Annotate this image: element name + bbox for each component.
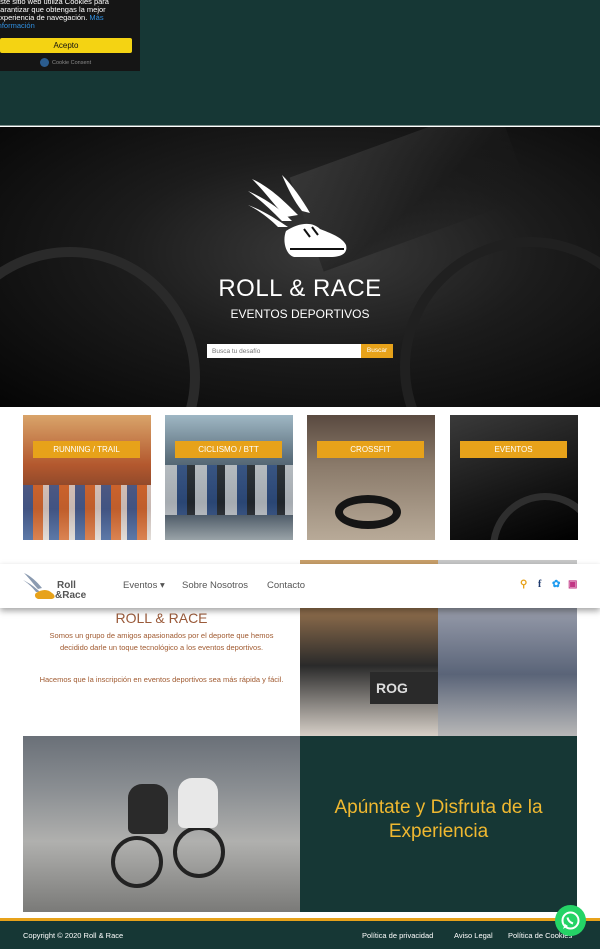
category-label: CICLISMO / BTT [175,441,282,458]
hero-bike-wheel [400,237,600,407]
copyright: Copyright © 2020 Roll & Race [23,931,124,940]
facebook-icon[interactable]: f [538,579,541,590]
hero-subtitle: EVENTOS DEPORTIVOS [230,307,370,321]
navbar: Roll &Race Eventos ▾ Sobre Nosotros Cont… [0,564,600,608]
category-card-crossfit[interactable]: CROSSFIT [307,415,435,540]
search-icon[interactable]: ⚲ [520,579,527,590]
category-card-eventos[interactable]: EVENTOS [450,415,578,540]
search-button[interactable]: Buscar [361,344,393,358]
category-card-running[interactable]: RUNNING / TRAIL [23,415,151,540]
winged-shoe-logo [248,175,347,257]
category-label: EVENTOS [460,441,567,458]
about-paragraph: Somos un grupo de amigos apasionados por… [49,631,274,652]
cyclists-shape [165,465,293,515]
twitter-icon[interactable]: ✿ [552,579,560,590]
nav-contacto[interactable]: Contacto [267,580,305,591]
about-title: ROLL & RACE [115,610,208,626]
category-label: RUNNING / TRAIL [33,441,140,458]
divider [0,125,600,126]
hero-section: ROLL & RACE EVENTOS DEPORTIVOS Buscar [0,127,600,407]
hero-bike-wheel [0,247,200,407]
tire-shape [335,495,401,529]
about-section: ROLL & RACE Somos un grupo de amigos apa… [23,608,300,736]
rog-sign: ROG [370,672,438,704]
cta-title: Apúntate y Disfruta de la Experiencia [334,797,543,842]
wheelchair-wheel-shape [111,836,163,888]
cookie-consent-icon [40,58,49,67]
athlete-shape [128,784,168,834]
footer-link-aviso-legal[interactable]: Aviso Legal [454,931,493,940]
whatsapp-icon [561,911,580,930]
whatsapp-button[interactable] [555,905,586,936]
instagram-icon[interactable]: ▣ [568,579,577,590]
search-input[interactable] [207,344,361,358]
hero-title: ROLL & RACE [218,275,382,302]
wheelchair-wheel-shape [173,826,225,878]
wheelchair-racers-photo [23,736,300,912]
bike-wheel-shape [490,493,578,540]
cta-section: Apúntate y Disfruta de la Experiencia [300,736,577,912]
footer-link-privacidad[interactable]: Política de privacidad [362,931,433,940]
about-paragraph: Hacemos que la inscripción en eventos de… [39,675,284,684]
cookie-banner: este sitio web utiliza Cookies para gara… [0,0,140,71]
category-card-cycling[interactable]: CICLISMO / BTT [165,415,293,540]
cookie-consent-brand: Cookie Consent [40,58,91,67]
navbar-logo[interactable]: Roll &Race [22,571,102,603]
winged-shoe-icon [23,573,55,599]
accept-cookies-button[interactable]: Acepto [0,38,132,53]
nav-eventos-dropdown[interactable]: Eventos ▾ [123,580,165,591]
footer: Copyright © 2020 Roll & Race Política de… [0,921,600,949]
nav-sobre-nosotros[interactable]: Sobre Nosotros [182,580,248,591]
category-label: CROSSFIT [317,441,424,458]
athlete-shape [178,778,218,828]
brand-line2: &Race [55,590,87,601]
runners-legs-shape [23,485,151,540]
cookie-consent-label: Cookie Consent [52,59,92,66]
